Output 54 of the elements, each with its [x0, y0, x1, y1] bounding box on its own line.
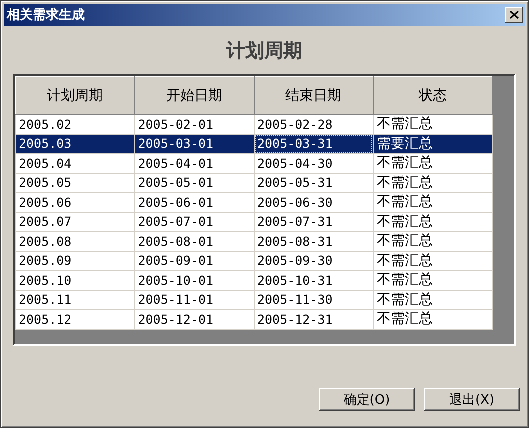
table-cell[interactable]: 2005-08-01 — [134, 232, 254, 251]
exit-button[interactable]: 退出(X) — [424, 388, 520, 411]
table-cell[interactable]: 2005-07-01 — [134, 212, 254, 232]
table-cell[interactable]: 2005-02-01 — [134, 114, 254, 134]
column-header[interactable]: 结束日期 — [254, 76, 374, 114]
close-button[interactable] — [505, 7, 523, 23]
table-cell[interactable]: 2005-10-31 — [254, 270, 374, 290]
table-cell[interactable]: 2005.02 — [16, 114, 135, 134]
table-cell[interactable]: 2005-12-01 — [134, 310, 254, 329]
table-cell[interactable]: 不需汇总 — [373, 154, 492, 173]
table-cell[interactable]: 2005-02-28 — [254, 114, 374, 134]
table-cell[interactable]: 不需汇总 — [373, 251, 492, 270]
table-cell[interactable]: 2005-05-01 — [134, 173, 254, 192]
table-cell[interactable]: 不需汇总 — [373, 310, 492, 329]
table-cell[interactable]: 2005.04 — [16, 154, 135, 173]
table-cell[interactable]: 2005-11-30 — [254, 290, 374, 310]
table-cell[interactable]: 2005-11-01 — [134, 290, 254, 310]
heading: 计划周期 — [225, 39, 304, 64]
ok-button[interactable]: 确定(O) — [319, 388, 415, 411]
table-cell[interactable]: 2005-05-31 — [254, 173, 374, 192]
table-cell[interactable]: 不需汇总 — [373, 270, 492, 290]
table-cell[interactable]: 不需汇总 — [373, 173, 492, 192]
table-cell[interactable]: 2005-09-30 — [254, 251, 374, 270]
table-cell[interactable]: 2005-04-30 — [254, 154, 374, 173]
table-cell[interactable]: 不需汇总 — [373, 192, 492, 212]
table-cell[interactable]: 2005.10 — [16, 270, 135, 290]
table-cell[interactable]: 2005-06-30 — [254, 192, 374, 212]
table-cell[interactable]: 2005.12 — [16, 310, 135, 329]
table-cell[interactable]: 不需汇总 — [373, 232, 492, 251]
table-cell[interactable]: 2005.05 — [16, 173, 135, 192]
table-cell[interactable]: 2005-07-31 — [254, 212, 374, 232]
table-cell[interactable]: 2005-08-31 — [254, 232, 374, 251]
table-cell[interactable]: 不需汇总 — [373, 290, 492, 310]
table-cell[interactable]: 2005-03-01 — [134, 134, 254, 154]
table-cell[interactable]: 2005-06-01 — [134, 192, 254, 212]
table-cell[interactable]: 2005.08 — [16, 232, 135, 251]
table-cell[interactable]: 2005.03 — [16, 134, 135, 154]
table-cell[interactable]: 2005.11 — [16, 290, 135, 310]
table-cell[interactable]: 2005-04-01 — [134, 154, 254, 173]
table-cell[interactable]: 不需汇总 — [373, 212, 492, 232]
window-title: 相关需求生成 — [7, 6, 85, 24]
table-cell[interactable]: 2005.09 — [16, 251, 135, 270]
table-cell[interactable]: 不需汇总 — [373, 114, 492, 134]
column-header[interactable]: 状态 — [373, 76, 492, 114]
table-cell[interactable]: 2005-10-01 — [134, 270, 254, 290]
column-header[interactable]: 计划周期 — [16, 76, 135, 114]
table-cell[interactable]: 2005-09-01 — [134, 251, 254, 270]
table-cell[interactable]: 2005.06 — [16, 192, 135, 212]
table-cell[interactable]: 2005-03-31 — [254, 134, 374, 154]
table-cell[interactable]: 2005-12-31 — [254, 310, 374, 329]
close-icon — [510, 11, 518, 19]
table-cell[interactable]: 2005.07 — [16, 212, 135, 232]
table-cell[interactable]: 需要汇总 — [373, 134, 492, 154]
column-header[interactable]: 开始日期 — [134, 76, 254, 114]
